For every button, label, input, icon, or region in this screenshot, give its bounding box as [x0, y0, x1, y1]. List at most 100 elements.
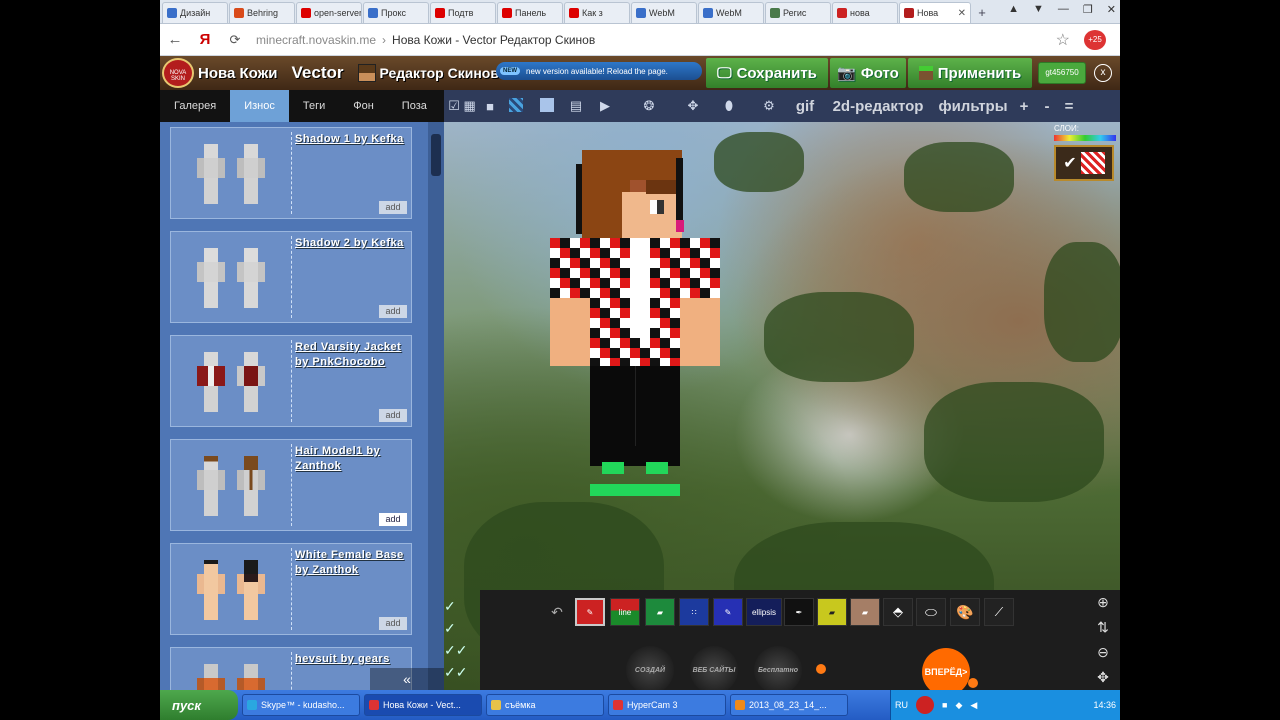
forward-button[interactable]: ВПЕРЁД> — [922, 648, 970, 696]
websites-button[interactable]: ВЕБ САЙТЫ — [690, 646, 738, 694]
skin-title[interactable]: Shadow 1 by Kefka — [295, 132, 411, 147]
extension-badge[interactable]: +25 — [1084, 30, 1106, 50]
add-button[interactable]: add — [379, 617, 407, 630]
vector-label[interactable]: Vector — [292, 63, 344, 83]
tray-icon[interactable]: ■ — [942, 700, 947, 710]
add-button[interactable]: add — [379, 513, 407, 526]
browser-tab[interactable]: open-server — [296, 2, 362, 23]
tab-wear[interactable]: Износ — [230, 90, 289, 122]
browser-tab[interactable]: Как з — [564, 2, 630, 23]
list-item[interactable]: Red Varsity Jacket by PnkChocobo add — [170, 335, 412, 427]
wand-tool[interactable]: ⟋ — [984, 598, 1014, 626]
tab-gallery[interactable]: Галерея — [160, 90, 230, 122]
scrollbar[interactable] — [428, 122, 444, 690]
browser-tab[interactable]: Подтв — [430, 2, 496, 23]
brush-tool[interactable]: ▰ — [850, 598, 880, 626]
create-button[interactable]: СОЗДАЙ — [626, 646, 674, 694]
zoom-out-button[interactable]: - — [1036, 98, 1058, 115]
move-icon[interactable]: ✥ — [678, 98, 708, 114]
add-button[interactable]: add — [379, 305, 407, 318]
window-control-button[interactable]: ▼ — [1033, 3, 1044, 16]
taskbar-item[interactable]: съёмка — [486, 694, 604, 716]
new-tab-button[interactable]: + — [972, 2, 992, 23]
editor-2d-button[interactable]: 2d-редактор — [822, 98, 934, 115]
yandex-icon[interactable]: Я — [190, 31, 220, 48]
bucket-tool[interactable]: ▰ — [645, 598, 675, 626]
reload-icon[interactable]: ⟳ — [220, 32, 250, 48]
bookmark-star-icon[interactable]: ☆ — [1056, 30, 1070, 50]
tray-icon[interactable]: ◆ — [955, 700, 962, 711]
clock[interactable]: 14:36 — [1093, 700, 1116, 710]
list-item[interactable]: Hair Model1 by Zanthok add — [170, 439, 412, 531]
volume-icon[interactable]: ◀ — [970, 700, 977, 711]
tab-tags[interactable]: Теги — [289, 90, 339, 122]
check-icon[interactable]: ✓ — [444, 620, 480, 642]
blob-tool[interactable]: ⬭ — [916, 598, 946, 626]
grid-toggle-icon[interactable]: ☑ ▦ — [444, 98, 480, 114]
gif-button[interactable]: gif — [788, 98, 822, 115]
skin-title[interactable]: White Female Base by Zanthok — [295, 548, 411, 578]
taskbar-item[interactable]: 2013_08_23_14_... — [730, 694, 848, 716]
update-notice[interactable]: NEW new version available! Reload the pag… — [496, 62, 702, 80]
browser-tab[interactable]: Регис — [765, 2, 831, 23]
skin-title[interactable]: hevsuit by gears — [295, 652, 411, 667]
taskbar-item[interactable]: Skype™ - kudasho... — [242, 694, 360, 716]
start-button[interactable]: пуск — [160, 690, 238, 720]
settings-icon[interactable]: ⚙ — [750, 98, 788, 114]
add-button[interactable]: add — [379, 201, 407, 214]
check-icon[interactable]: ✓✓ — [444, 664, 480, 686]
list-view-icon[interactable]: ▤ — [562, 98, 590, 114]
ellipsis-tool[interactable]: ellipsis — [746, 598, 782, 626]
skin-title[interactable]: Red Varsity Jacket by PnkChocobo — [295, 340, 411, 370]
url-field[interactable]: minecraft.novaskin.me › Нова Кожи - Vect… — [256, 33, 595, 47]
record-icon[interactable] — [916, 696, 934, 714]
window-control-button[interactable]: ▲ — [1008, 3, 1019, 16]
brand-title[interactable]: Нова Кожи — [198, 65, 278, 82]
apply-button[interactable]: Применить — [908, 58, 1032, 88]
skin-title[interactable]: Hair Model1 by Zanthok — [295, 444, 411, 474]
list-item[interactable]: Shadow 1 by Kefka add — [170, 127, 412, 219]
zoom-in-button[interactable]: + — [1012, 98, 1036, 115]
list-item[interactable]: Shadow 2 by Kefka add — [170, 231, 412, 323]
swap-icon[interactable]: ⇅ — [1086, 615, 1120, 640]
skin-model[interactable] — [550, 150, 720, 500]
undo-button[interactable]: ↶ — [542, 598, 572, 626]
collapse-sidebar-button[interactable]: « — [370, 668, 444, 690]
menu-button[interactable]: = — [1058, 98, 1080, 115]
minimize-button[interactable]: — — [1058, 3, 1069, 16]
back-button[interactable]: ← — [160, 31, 190, 48]
filters-button[interactable]: фильтры — [934, 98, 1012, 115]
fill-tool[interactable]: ✎ — [713, 598, 743, 626]
square-icon[interactable]: ■ — [480, 99, 500, 114]
browser-tab-active[interactable]: Нова ✕ — [899, 2, 971, 23]
browser-tab[interactable]: WebM — [698, 2, 764, 23]
browser-tab[interactable]: Behring — [229, 2, 295, 23]
pixel-noise-icon[interactable] — [500, 97, 532, 115]
move-icon[interactable]: ✥ — [1086, 665, 1120, 690]
pipette-tool[interactable]: ✒ — [784, 598, 814, 626]
tab-pose[interactable]: Поза — [388, 90, 441, 122]
tab-background[interactable]: Фон — [339, 90, 388, 122]
novaskin-logo[interactable]: NOVA SKIN — [162, 58, 194, 88]
brain-icon[interactable]: ❂ — [620, 98, 678, 114]
taskbar-item[interactable]: Нова Кожи - Vect... — [364, 694, 482, 716]
browser-tab[interactable]: Прокс — [363, 2, 429, 23]
browser-tab[interactable]: Дизайн — [162, 2, 228, 23]
add-button[interactable]: add — [379, 409, 407, 422]
browser-tab[interactable]: Панель — [497, 2, 563, 23]
close-window-button[interactable]: ✕ — [1107, 3, 1116, 16]
play-icon[interactable]: ▶ — [590, 98, 620, 114]
skin-title[interactable]: Shadow 2 by Kefka — [295, 236, 411, 251]
check-icon[interactable]: ✓ — [444, 598, 480, 620]
scrollbar-thumb[interactable] — [431, 134, 441, 176]
flat-view-icon[interactable] — [532, 97, 562, 115]
close-editor-button[interactable]: x — [1094, 64, 1112, 82]
free-button[interactable]: Бесплатно — [754, 646, 802, 694]
line-tool[interactable]: line — [610, 598, 640, 626]
layer-thumbnail[interactable]: ✔ — [1054, 145, 1114, 181]
save-button[interactable]: 🖵 Сохранить — [706, 58, 828, 88]
taskbar-item[interactable]: HyperCam 3 — [608, 694, 726, 716]
list-item[interactable]: White Female Base by Zanthok add — [170, 543, 412, 635]
check-icon[interactable]: ✓✓ — [444, 642, 480, 664]
photo-button[interactable]: 📷 Фото — [830, 58, 906, 88]
